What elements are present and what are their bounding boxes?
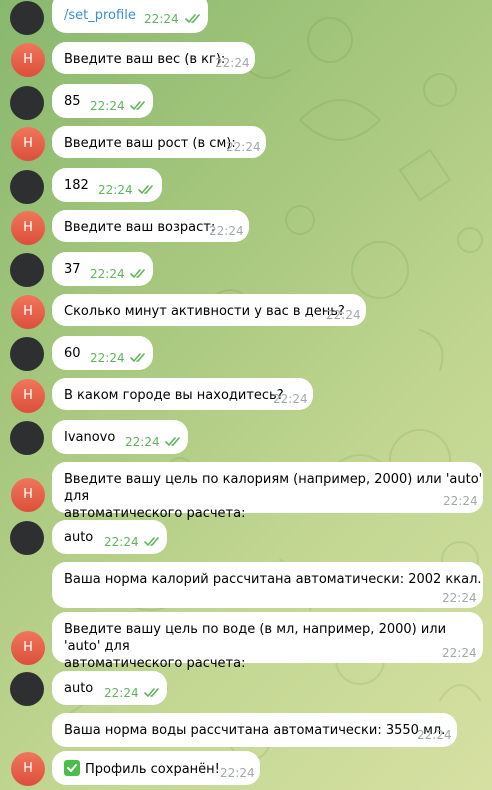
message-bubble: Сколько минут активности у вас в день? 2… [52, 294, 366, 326]
message-time: 22:24 [220, 766, 255, 780]
message-time: 22:24 [215, 56, 250, 70]
message-user: /set_profile 22:24 [0, 0, 492, 37]
message-text: auto [64, 681, 94, 696]
message-text: Введите ваш возраст: [64, 220, 216, 235]
message-time: 22:24 [125, 435, 160, 449]
message-text: 85 [64, 94, 81, 109]
message-bubble: Введите вашу цель по воде (в мл, наприме… [52, 612, 483, 671]
double-check-icon [130, 269, 145, 279]
bot-avatar[interactable]: Н [11, 379, 45, 413]
message-bubble: 182 22:24 [52, 168, 162, 202]
user-avatar[interactable] [10, 672, 44, 706]
message-time: 22:24 [104, 686, 139, 700]
user-avatar[interactable] [10, 86, 44, 120]
bot-avatar[interactable]: Н [11, 295, 45, 329]
message-bubble: /set_profile 22:24 [52, 0, 208, 33]
message-bubble: В каком городе вы находитесь? 22:24 [52, 378, 313, 410]
user-avatar[interactable] [10, 1, 44, 35]
bot-avatar[interactable]: Н [11, 478, 45, 512]
message-time: 22:24 [90, 99, 125, 113]
message-bubble: Ivanovo 22:24 [52, 420, 188, 454]
double-check-icon [165, 437, 180, 447]
message-bubble: Введите ваш вес (в кг): 22:24 [52, 42, 255, 74]
message-text: Введите ваш вес (в кг): [64, 52, 226, 67]
message-time: 22:24 [273, 392, 308, 406]
message-text: Введите вашу цель по калориям (например,… [64, 471, 483, 522]
bot-avatar[interactable]: Н [11, 127, 45, 161]
message-text: Введите ваш рост (в см): [64, 136, 236, 151]
message-text: Введите вашу цель по воде (в мл, наприме… [64, 621, 483, 672]
message-text: 37 [64, 262, 81, 277]
message-time: 22:24 [90, 267, 125, 281]
message-time: 22:24 [226, 140, 261, 154]
double-check-icon [144, 537, 159, 547]
user-avatar[interactable] [10, 521, 44, 555]
message-time: 22:24 [442, 646, 477, 660]
message-text-line: Введите вашу цель по воде (в мл, наприме… [64, 622, 447, 654]
message-bubble: Введите ваш возраст: 22:24 [52, 210, 249, 242]
bot-avatar[interactable]: Н [11, 43, 45, 77]
message-text-wrap: Профиль сохранён! [64, 760, 220, 778]
message-text: Ivanovo [64, 430, 116, 445]
message-text: Сколько минут активности у вас в день? [64, 304, 345, 319]
message-bubble: Ваша норма калорий рассчитана автоматиче… [52, 562, 483, 608]
message-bubble: 37 22:24 [52, 252, 153, 286]
user-avatar[interactable] [10, 421, 44, 455]
message-bubble: 85 22:24 [52, 84, 153, 118]
message-text: 182 [64, 178, 89, 193]
bot-avatar[interactable]: Н [11, 752, 45, 786]
user-avatar[interactable] [10, 337, 44, 371]
chat-history[interactable]: /set_profile 22:24 Н Введите ваш вес (в … [0, 0, 492, 790]
message-bubble: Введите вашу цель по калориям (например,… [52, 462, 483, 521]
double-check-icon [130, 101, 145, 111]
bot-avatar[interactable]: Н [11, 211, 45, 245]
user-avatar[interactable] [10, 170, 44, 204]
message-text: auto [64, 530, 94, 545]
message-text: Ваша норма воды рассчитана автоматически… [64, 723, 446, 738]
message-text: Профиль сохранён! [85, 762, 220, 777]
message-time: 22:24 [443, 494, 478, 508]
message-bubble: Профиль сохранён! 22:24 [52, 751, 260, 785]
message-bubble: auto 22:24 [52, 520, 167, 554]
message-time: 22:24 [144, 12, 179, 26]
message-time: 22:24 [209, 224, 244, 238]
message-text-line: Введите вашу цель по калориям (например,… [64, 472, 483, 504]
command-link[interactable]: /set_profile [64, 7, 136, 24]
message-bubble: Ваша норма воды рассчитана автоматически… [52, 713, 457, 747]
message-text: В каком городе вы находитесь? [64, 388, 284, 403]
check-mark-button-icon [64, 760, 80, 776]
message-bubble: auto 22:24 [52, 671, 167, 705]
double-check-icon [138, 185, 153, 195]
message-time: 22:24 [442, 591, 477, 605]
user-avatar[interactable] [10, 253, 44, 287]
bot-avatar[interactable]: Н [11, 631, 45, 665]
message-text-line: автоматического расчета: [64, 656, 246, 671]
message-text: Ваша норма калорий рассчитана автоматиче… [64, 572, 482, 587]
message-text: 60 [64, 346, 81, 361]
message-time: 22:24 [98, 183, 133, 197]
double-check-icon [130, 353, 145, 363]
message-time: 22:24 [417, 728, 452, 742]
message-bubble: Введите ваш рост (в см): 22:24 [52, 126, 266, 158]
message-time: 22:24 [326, 308, 361, 322]
message-time: 22:24 [104, 535, 139, 549]
double-check-icon [185, 14, 200, 24]
message-time: 22:24 [90, 351, 125, 365]
message-bubble: 60 22:24 [52, 336, 153, 370]
double-check-icon [144, 688, 159, 698]
